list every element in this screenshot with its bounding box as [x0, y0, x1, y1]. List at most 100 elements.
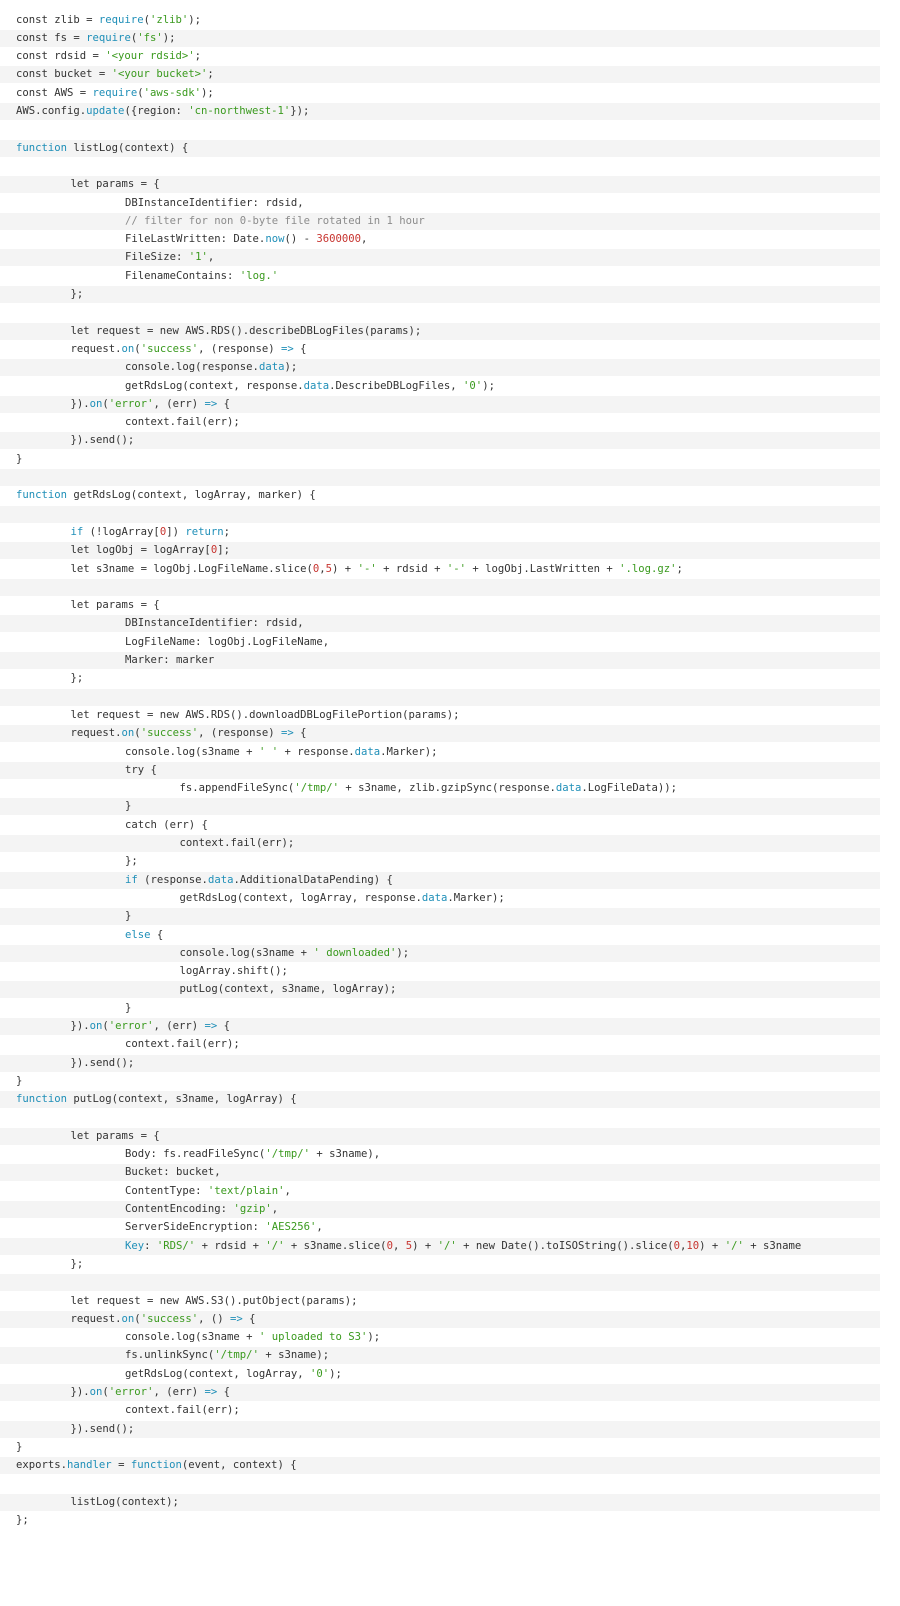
code-text: let request = new AWS.S3().putObject(par… [70, 1294, 358, 1307]
code-text: FilenameContains: [125, 269, 240, 282]
code-text: } [125, 800, 132, 813]
code-text: AWS.config. [16, 105, 87, 117]
code-text: = [111, 1459, 131, 1472]
string-literal: ' downloaded' [313, 946, 397, 959]
code-line: }; [0, 853, 880, 870]
code-text: putLog(context, s3name, logArray) { [67, 1093, 297, 1106]
code-text: context.fail(err); [125, 416, 240, 429]
keyword-token: require [86, 31, 131, 44]
code-text: let s3name = logObj.LogFileName.slice( [70, 562, 313, 575]
string-literal: '0' [463, 379, 483, 392]
keyword-token: on [121, 342, 135, 355]
code-line: DBInstanceIdentifier: rdsid, [0, 615, 880, 633]
string-literal: 'aws-sdk' [143, 86, 201, 99]
code-text: , [316, 1221, 323, 1234]
code-text: }).send(); [70, 434, 135, 447]
code-text: (response. [137, 873, 208, 886]
code-line: let request = new AWS.RDS().describeDBLo… [0, 322, 880, 340]
code-text: .Marker); [447, 891, 505, 904]
string-literal: 'fs' [137, 31, 163, 44]
keyword-token: now [265, 233, 285, 246]
code-text: Bucket: bucket, [125, 1166, 221, 1179]
code-text: (event, context) { [181, 1459, 297, 1472]
code-text: context.fail(err); [179, 837, 295, 849]
keyword-token: data [354, 745, 381, 758]
code-line: context.fail(err); [0, 1036, 880, 1053]
code-text: (!logArray[ [83, 525, 160, 538]
code-line: getRdsLog(context, response.data.Describ… [0, 378, 880, 395]
code-line: } [0, 798, 880, 816]
code-text: ) + [332, 562, 358, 575]
code-line: let request = new AWS.S3().putObject(par… [0, 1293, 880, 1310]
code-line: console.log(s3name + ' ' + response.data… [0, 744, 880, 761]
code-line: FileLastWritten: Date.now() - 3600000, [0, 231, 880, 248]
code-line: } [0, 1439, 880, 1456]
code-text: fs.appendFileSync( [179, 782, 295, 795]
code-text: ; [207, 68, 214, 81]
string-literal: ' ' [258, 745, 279, 758]
code-text: ); [367, 1331, 381, 1344]
code-line: else { [0, 927, 880, 944]
keyword-token: => [281, 342, 294, 355]
code-line: request.on('success', (response) => { [0, 725, 880, 743]
code-line [0, 578, 880, 596]
code-line: const zlib = require('zlib'); [0, 12, 880, 29]
code-text: const fs = [16, 31, 87, 44]
code-line: Bucket: bucket, [0, 1164, 880, 1182]
code-text: putLog(context, s3name, logArray); [179, 983, 397, 996]
code-line [0, 1274, 880, 1292]
code-text: { [293, 342, 307, 355]
string-literal: '-' [357, 562, 377, 575]
code-line: function getRdsLog(context, logArray, ma… [0, 487, 880, 504]
keyword-token: => [281, 727, 294, 740]
code-line: fs.appendFileSync('/tmp/' + s3name, zlib… [0, 780, 880, 797]
code-text: ) + [699, 1239, 725, 1252]
code-line: if (response.data.AdditionalDataPending)… [0, 871, 880, 889]
code-text: , (err) [153, 397, 205, 410]
code-text: ); [162, 31, 176, 44]
code-text: console.log(s3name + [179, 946, 314, 959]
code-line: FilenameContains: 'log.' [0, 268, 880, 285]
code-line: const fs = require('fs'); [0, 29, 880, 47]
code-line [0, 505, 880, 523]
code-text: const zlib = [16, 13, 99, 26]
code-line: }; [0, 1512, 880, 1529]
code-text: ); [284, 361, 298, 374]
keyword-token: on [89, 397, 103, 410]
code-text: const rdsid = [16, 50, 106, 63]
code-text: }; [70, 288, 84, 300]
keyword-token: function [16, 1093, 68, 1106]
code-text: { [242, 1312, 256, 1325]
code-text: , (response) [198, 342, 282, 355]
code-line: let s3name = logObj.LogFileName.slice(0,… [0, 561, 880, 578]
string-literal: 'AES256' [265, 1221, 317, 1234]
code-text: }). [70, 1020, 90, 1032]
code-text: , [284, 1184, 291, 1197]
code-text: + s3name), [309, 1148, 381, 1161]
code-text: request. [70, 1312, 122, 1325]
code-line: let params = { [0, 1127, 880, 1145]
string-literal: '1' [188, 251, 208, 264]
code-block: const zlib = require('zlib'); const fs = … [0, 0, 900, 1606]
code-text: Marker: marker [125, 654, 215, 666]
keyword-token: => [204, 397, 218, 410]
code-line: Body: fs.readFileSync('/tmp/' + s3name), [0, 1146, 880, 1163]
string-literal: 'zlib' [149, 13, 189, 26]
code-text: + rdsid + [195, 1239, 266, 1252]
code-line [0, 688, 880, 706]
code-text: LogFileName: logObj.LogFileName, [125, 635, 330, 648]
code-line: if (!logArray[0]) return; [0, 524, 880, 541]
code-text: + response. [278, 745, 355, 758]
keyword-token: return [185, 525, 224, 538]
code-text: catch (err) { [125, 818, 208, 831]
keyword-token: require [98, 13, 144, 26]
code-text: exports. [16, 1459, 68, 1472]
string-literal: '/' [724, 1239, 744, 1252]
code-text: ContentEncoding: [125, 1203, 234, 1215]
keyword-token: Key [125, 1239, 145, 1252]
keyword-token: => [204, 1386, 218, 1398]
string-literal: 'success' [140, 727, 199, 740]
code-line: } [0, 1073, 880, 1090]
code-text: DBInstanceIdentifier: rdsid, [125, 617, 304, 630]
code-line: DBInstanceIdentifier: rdsid, [0, 195, 880, 212]
